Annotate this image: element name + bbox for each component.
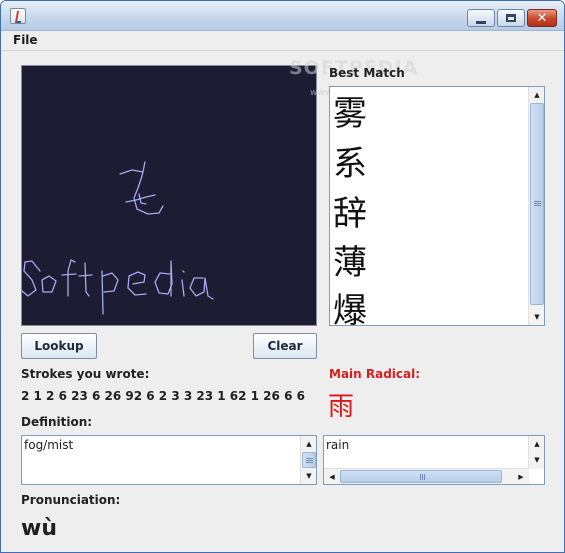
- app-window: ✕ File SOFTPEDIA Best Match 雾 系 辞 薄 爆 ▲ …: [0, 0, 565, 553]
- clear-button[interactable]: Clear: [253, 333, 317, 359]
- definition-scrollbar[interactable]: ▲ ▼: [300, 436, 316, 484]
- scroll-right-icon[interactable]: ▶: [514, 470, 528, 484]
- list-item[interactable]: 爆: [333, 286, 523, 325]
- list-item[interactable]: 雾: [333, 89, 523, 139]
- lookup-button[interactable]: Lookup: [21, 333, 97, 359]
- best-match-list[interactable]: 雾 系 辞 薄 爆 ▲ ▼: [329, 86, 545, 326]
- title-bar[interactable]: ✕: [1, 1, 564, 31]
- scroll-left-icon[interactable]: ◀: [325, 470, 339, 484]
- scrollbar-thumb[interactable]: [302, 452, 316, 468]
- definition-text: fog/mist: [24, 438, 74, 452]
- menu-file[interactable]: File: [13, 33, 38, 47]
- scroll-up-icon[interactable]: ▲: [530, 437, 544, 451]
- radical-vscrollbar[interactable]: ▲ ▼: [528, 436, 544, 469]
- strokes-value: 2 1 2 6 23 6 26 92 6 2 3 3 23 1 62 1 26 …: [21, 389, 305, 403]
- close-icon: ✕: [536, 10, 548, 26]
- handwriting-strokes: [22, 161, 214, 315]
- pronunciation-label: Pronunciation:: [21, 493, 121, 507]
- maximize-icon: [506, 14, 516, 22]
- best-match-scrollbar[interactable]: ▲ ▼: [528, 87, 544, 325]
- close-button[interactable]: ✕: [527, 9, 557, 27]
- maximize-button[interactable]: [497, 9, 525, 27]
- minimize-button[interactable]: [467, 9, 495, 27]
- pronunciation-value: wù: [21, 516, 57, 541]
- best-match-label: Best Match: [329, 66, 405, 80]
- definition-textarea[interactable]: fog/mist ▲ ▼: [21, 435, 317, 485]
- menu-bar: File: [1, 31, 564, 51]
- scroll-down-icon[interactable]: ▼: [530, 310, 544, 324]
- scroll-up-icon[interactable]: ▲: [302, 437, 316, 451]
- list-item[interactable]: 薄: [333, 238, 523, 288]
- java-app-icon[interactable]: [10, 8, 26, 24]
- scroll-down-icon[interactable]: ▼: [302, 469, 316, 483]
- strokes-label: Strokes you wrote:: [21, 367, 150, 381]
- definition-label: Definition:: [21, 415, 93, 429]
- list-item[interactable]: 辞: [333, 189, 523, 239]
- main-radical-label: Main Radical:: [329, 367, 421, 381]
- radical-meaning-text: rain: [326, 438, 350, 452]
- drawing-canvas[interactable]: [21, 65, 317, 326]
- scrollbar-thumb[interactable]: [340, 470, 502, 483]
- minimize-icon: [476, 20, 486, 24]
- radical-hscrollbar[interactable]: ◀ ▶: [324, 468, 529, 484]
- list-item[interactable]: 系: [333, 139, 523, 189]
- radical-meaning-textarea[interactable]: rain ▲ ▼ ◀ ▶: [323, 435, 545, 485]
- main-radical-char: 雨: [328, 392, 355, 422]
- scrollbar-thumb[interactable]: [530, 103, 544, 305]
- scroll-up-icon[interactable]: ▲: [530, 88, 544, 102]
- scroll-down-icon[interactable]: ▼: [530, 453, 544, 467]
